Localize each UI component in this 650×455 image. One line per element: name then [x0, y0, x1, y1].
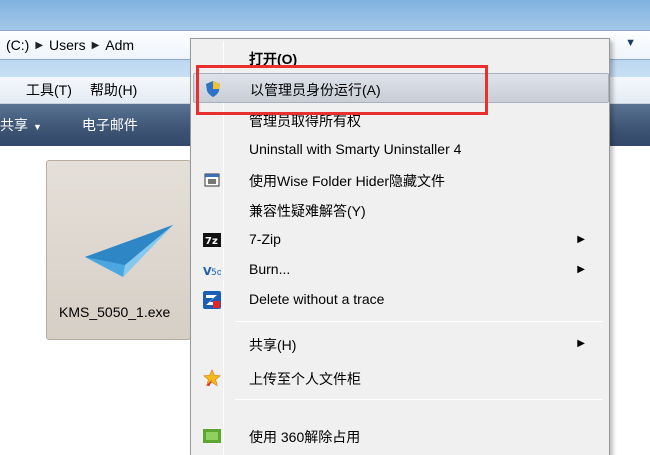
breadcrumb-drive[interactable]: (C:) — [6, 37, 29, 53]
highlight-annotation-box — [196, 65, 488, 115]
menu-item-delete-without-trace[interactable]: Delete without a trace — [193, 285, 609, 315]
chevron-down-icon: ▼ — [33, 122, 42, 132]
menu-item-upload-personal-cabinet[interactable]: 上传至个人文件柜 — [193, 363, 609, 393]
menu-item-label: 使用 360解除占用 — [249, 429, 361, 445]
breadcrumb-separator-icon[interactable]: ▶ — [92, 40, 100, 51]
menu-item-360-unlock[interactable]: 使用 360解除占用 — [193, 421, 609, 451]
menu-separator — [235, 321, 603, 322]
submenu-arrow-icon: ▶ — [577, 264, 585, 275]
submenu-arrow-icon: ▶ — [577, 234, 585, 245]
paper-plane-icon — [85, 225, 173, 277]
share-button-label: 共享 — [0, 117, 28, 133]
share-button[interactable]: 共享 ▼ — [0, 115, 54, 135]
menu-item-wise-folder-hider[interactable]: 使用Wise Folder Hider隐藏文件 — [193, 165, 609, 195]
menu-item-label: 兼容性疑难解答(Y) — [249, 203, 366, 219]
submenu-arrow-icon: ▶ — [577, 338, 585, 349]
chevron-down-icon[interactable]: ▼ — [625, 37, 636, 49]
menu-item-label: 使用Wise Folder Hider隐藏文件 — [249, 173, 446, 189]
burn-icon: V 5o — [203, 261, 221, 279]
breadcrumb-users[interactable]: Users — [49, 37, 86, 53]
file-item-selected[interactable]: KMS_5050_1.exe — [46, 160, 191, 340]
svg-text:7z: 7z — [205, 236, 218, 247]
menu-item-label: Burn... — [249, 261, 291, 277]
menu-separator — [235, 399, 603, 400]
menu-item-share[interactable]: 共享(H) ▶ — [193, 329, 609, 359]
menu-item-label: 上传至个人文件柜 — [249, 371, 361, 387]
menu-item-burn[interactable]: V 5o Burn... ▶ — [193, 255, 609, 285]
breadcrumb-admin[interactable]: Adm — [105, 37, 134, 53]
menu-help[interactable]: 帮助(H) — [81, 80, 146, 100]
7zip-icon: 7z — [203, 231, 221, 249]
menu-item-7zip[interactable]: 7z 7-Zip ▶ — [193, 225, 609, 255]
breadcrumb-separator-icon[interactable]: ▶ — [35, 40, 43, 51]
menu-item-smarty-uninstall[interactable]: Uninstall with Smarty Uninstaller 4 — [193, 135, 609, 165]
menu-item-label: 7-Zip — [249, 231, 281, 247]
menu-tools[interactable]: 工具(T) — [0, 80, 81, 100]
file-name: KMS_5050_1.exe — [59, 304, 171, 320]
menu-item-label: 共享(H) — [249, 337, 297, 353]
menu-item-label: Delete without a trace — [249, 291, 385, 307]
star-icon — [203, 368, 221, 387]
svg-text:5o: 5o — [211, 268, 221, 278]
menu-item-compat-troubleshoot[interactable]: 兼容性疑难解答(Y) — [193, 195, 609, 225]
360-icon — [203, 427, 221, 445]
email-button[interactable]: 电子邮件 — [54, 115, 150, 135]
menu-item-label: Uninstall with Smarty Uninstaller 4 — [249, 141, 462, 157]
wise-folder-hider-icon — [203, 171, 221, 189]
delete-trace-icon — [203, 291, 221, 309]
breadcrumb: (C:) ▶ Users ▶ Adm — [6, 37, 134, 53]
